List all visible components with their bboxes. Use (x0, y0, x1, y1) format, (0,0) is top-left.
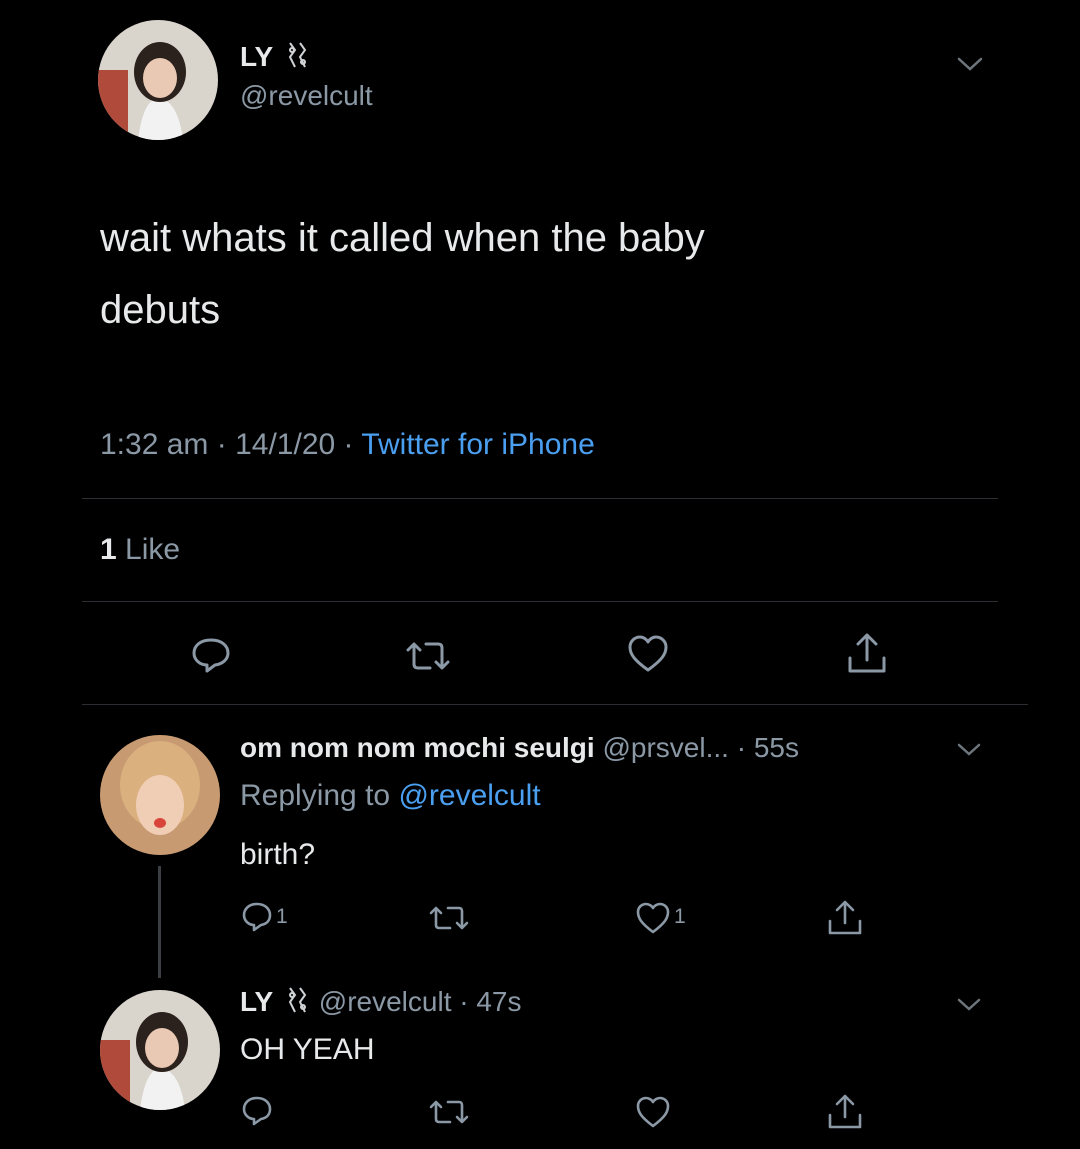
likes-label: Like (125, 533, 181, 566)
retweet-icon[interactable] (404, 638, 452, 674)
retweet-icon[interactable] (428, 903, 470, 933)
handle[interactable]: @revelcult (240, 80, 373, 112)
like-heart-icon[interactable] (634, 1095, 672, 1129)
like-heart-icon[interactable] (634, 901, 672, 935)
reply-text: birth? (240, 838, 316, 871)
like-count: 1 (674, 905, 686, 928)
reply-comment-icon[interactable] (240, 900, 274, 934)
display-name[interactable]: LY (240, 41, 273, 72)
share-icon[interactable] (826, 899, 864, 937)
reply-more-chevron-down-icon[interactable] (956, 996, 982, 1014)
avatar-ly[interactable] (100, 990, 220, 1110)
like-heart-icon[interactable] (626, 634, 670, 674)
reply-time[interactable]: · 55s (737, 732, 799, 763)
thread-connector-line (158, 866, 161, 978)
divider (82, 601, 998, 602)
reply-comment-icon[interactable] (190, 635, 232, 675)
name-emoji-icon (285, 985, 311, 1022)
divider (82, 704, 1028, 705)
reply-text: OH YEAH (240, 1033, 375, 1066)
share-icon[interactable] (845, 632, 889, 676)
likes-count: 1 (100, 533, 117, 566)
name-emoji-icon (285, 40, 311, 77)
replying-to-handle[interactable]: @revelcult (398, 779, 540, 812)
reply-display-name[interactable]: om nom nom mochi seulgi (240, 732, 595, 763)
retweet-icon[interactable] (428, 1097, 470, 1127)
replying-to-label: Replying to (240, 779, 391, 812)
avatar-seulgi[interactable] (100, 735, 220, 855)
tweet-source[interactable]: Twitter for iPhone (361, 428, 594, 461)
separator: · (343, 428, 354, 461)
share-icon[interactable] (826, 1093, 864, 1131)
tweet-date[interactable]: 14/1/20 (235, 428, 335, 461)
likes-summary[interactable]: 1 Like (100, 533, 180, 567)
tweet-time[interactable]: 1:32 am (100, 428, 208, 461)
reply-display-name[interactable]: LY (240, 986, 273, 1017)
tweet-text-line-2: debuts (100, 288, 221, 332)
more-options-chevron-down-icon[interactable] (955, 54, 985, 74)
reply-handle[interactable]: @prsvel... (602, 732, 728, 763)
tweet-text-line-1: wait whats it called when the baby (100, 216, 705, 260)
reply-comment-icon[interactable] (240, 1094, 274, 1128)
reply-handle[interactable]: @revelcult (319, 986, 452, 1017)
divider (82, 498, 998, 499)
reply-count: 1 (276, 905, 288, 928)
avatar-ly[interactable] (98, 20, 218, 140)
reply-time[interactable]: · 47s (459, 986, 521, 1017)
reply-more-chevron-down-icon[interactable] (956, 741, 982, 759)
separator: · (216, 428, 227, 461)
